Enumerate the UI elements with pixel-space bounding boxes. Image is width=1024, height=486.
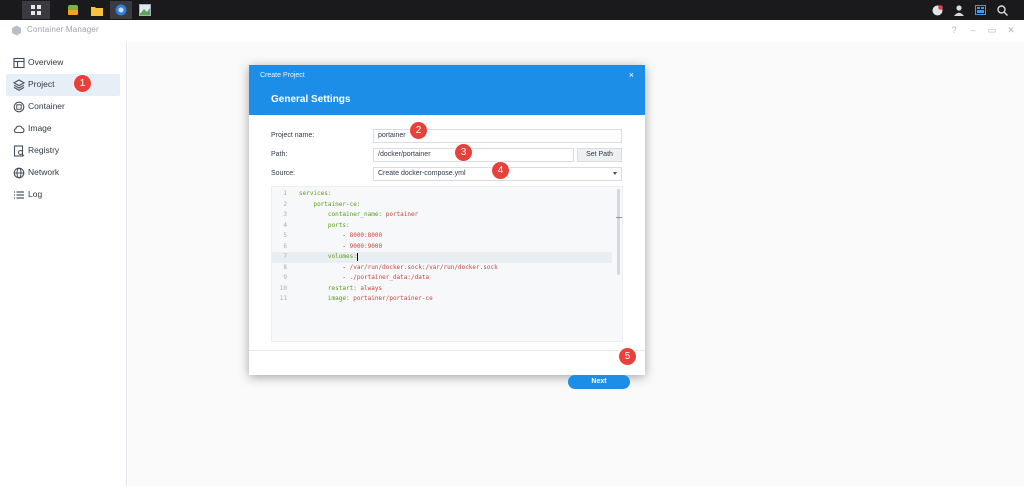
dialog-window-title: Create Project [260,72,305,79]
sidebar: Overview Project Container Image Registr… [0,42,127,486]
overview-icon [13,57,25,69]
notification-icon[interactable] [930,1,944,19]
minimize-button[interactable]: – [968,24,978,36]
image-icon[interactable] [136,1,154,19]
set-path-button[interactable]: Set Path [577,148,622,162]
sidebar-item-log[interactable]: Log [6,184,120,206]
maximize-button[interactable]: ▭ [987,24,997,36]
sidebar-item-label: Image [28,123,52,133]
user-icon[interactable] [952,1,966,19]
log-icon [14,191,24,199]
sidebar-item-project[interactable]: Project [6,74,120,96]
network-icon [13,167,25,179]
compose-code-editor[interactable]: 1 services: 2 portainer-ce: 3 container_n… [271,186,623,342]
sidebar-item-label: Network [28,167,60,177]
code-line: 2 portainer-ce: [283,200,361,208]
code-line: 8 - /var/run/docker.sock:/var/run/docker… [283,263,498,271]
container-manager-window: Container Manager ? – ▭ ✕ Overview Proje… [0,20,1024,486]
grid-icon[interactable] [22,1,50,19]
code-line: 11 image: portainer/portainer-ce [279,295,433,302]
help-button[interactable]: ? [949,24,959,36]
taskbar [0,0,1024,20]
code-line: 5 - 8000:8000 [283,232,383,239]
next-button[interactable]: Next [568,375,630,389]
sidebar-item-image[interactable]: Image [6,118,120,140]
window-titlebar: Container Manager ? – ▭ ✕ [0,20,1024,42]
cloud-icon [13,125,25,134]
code-line: 1 services: [283,190,332,197]
step-badge-2: 2 [410,122,427,139]
sidebar-item-label: Overview [28,57,64,67]
step-badge-4: 4 [492,162,509,179]
step-badge-5: 5 [619,348,636,365]
sidebar-item-registry[interactable]: Registry [6,140,120,162]
text-cursor [356,252,358,261]
dialog-title: General Settings [271,94,351,105]
code-line: 6 - 9000:9000 [283,242,383,250]
path-input[interactable]: /docker/portainer [373,148,574,162]
code-line: 9 - ./portainer_data:/data [283,274,430,281]
widgets-icon[interactable] [972,1,988,19]
step-badge-3: 3 [455,144,472,161]
step-badge-1: 1 [74,75,91,92]
sidebar-item-label: Project [28,79,55,89]
dialog-footer-divider [249,350,645,351]
search-icon[interactable] [994,1,1010,19]
editor-scroll-marker [616,217,622,218]
sidebar-item-network[interactable]: Network [6,162,120,184]
registry-icon [13,145,25,157]
sidebar-item-label: Registry [28,145,60,155]
chevron-down-icon [613,172,617,175]
code-line: 10 restart: always [279,284,383,292]
create-project-dialog: Create Project × General Settings Projec… [249,65,645,389]
sidebar-item-overview[interactable]: Overview [6,52,120,74]
code-line: 4 ports: [283,221,350,229]
code-line-active: 7 volumes: [272,252,612,263]
path-label: Path: [271,151,288,158]
folder-icon[interactable] [88,1,106,19]
dialog-close-icon[interactable]: × [629,70,634,80]
sidebar-item-label: Log [28,189,43,199]
sidebar-item-label: Container [28,101,65,111]
container-manager-icon[interactable] [110,1,132,19]
project-name-label: Project name: [271,132,315,139]
project-icon [13,79,25,91]
close-window-button[interactable]: ✕ [1006,24,1016,36]
sidebar-item-container[interactable]: Container [6,96,120,118]
source-label: Source: [271,170,296,177]
app-logo-icon [12,25,21,36]
editor-scrollbar[interactable] [617,189,620,275]
app-icon[interactable] [64,1,82,19]
source-select-value: Create docker-compose.yml [378,170,466,177]
container-icon [13,101,25,113]
code-line: 3 container_name: portainer [283,211,419,218]
dialog-header: Create Project × General Settings [249,65,645,115]
window-title: Container Manager [27,25,99,34]
